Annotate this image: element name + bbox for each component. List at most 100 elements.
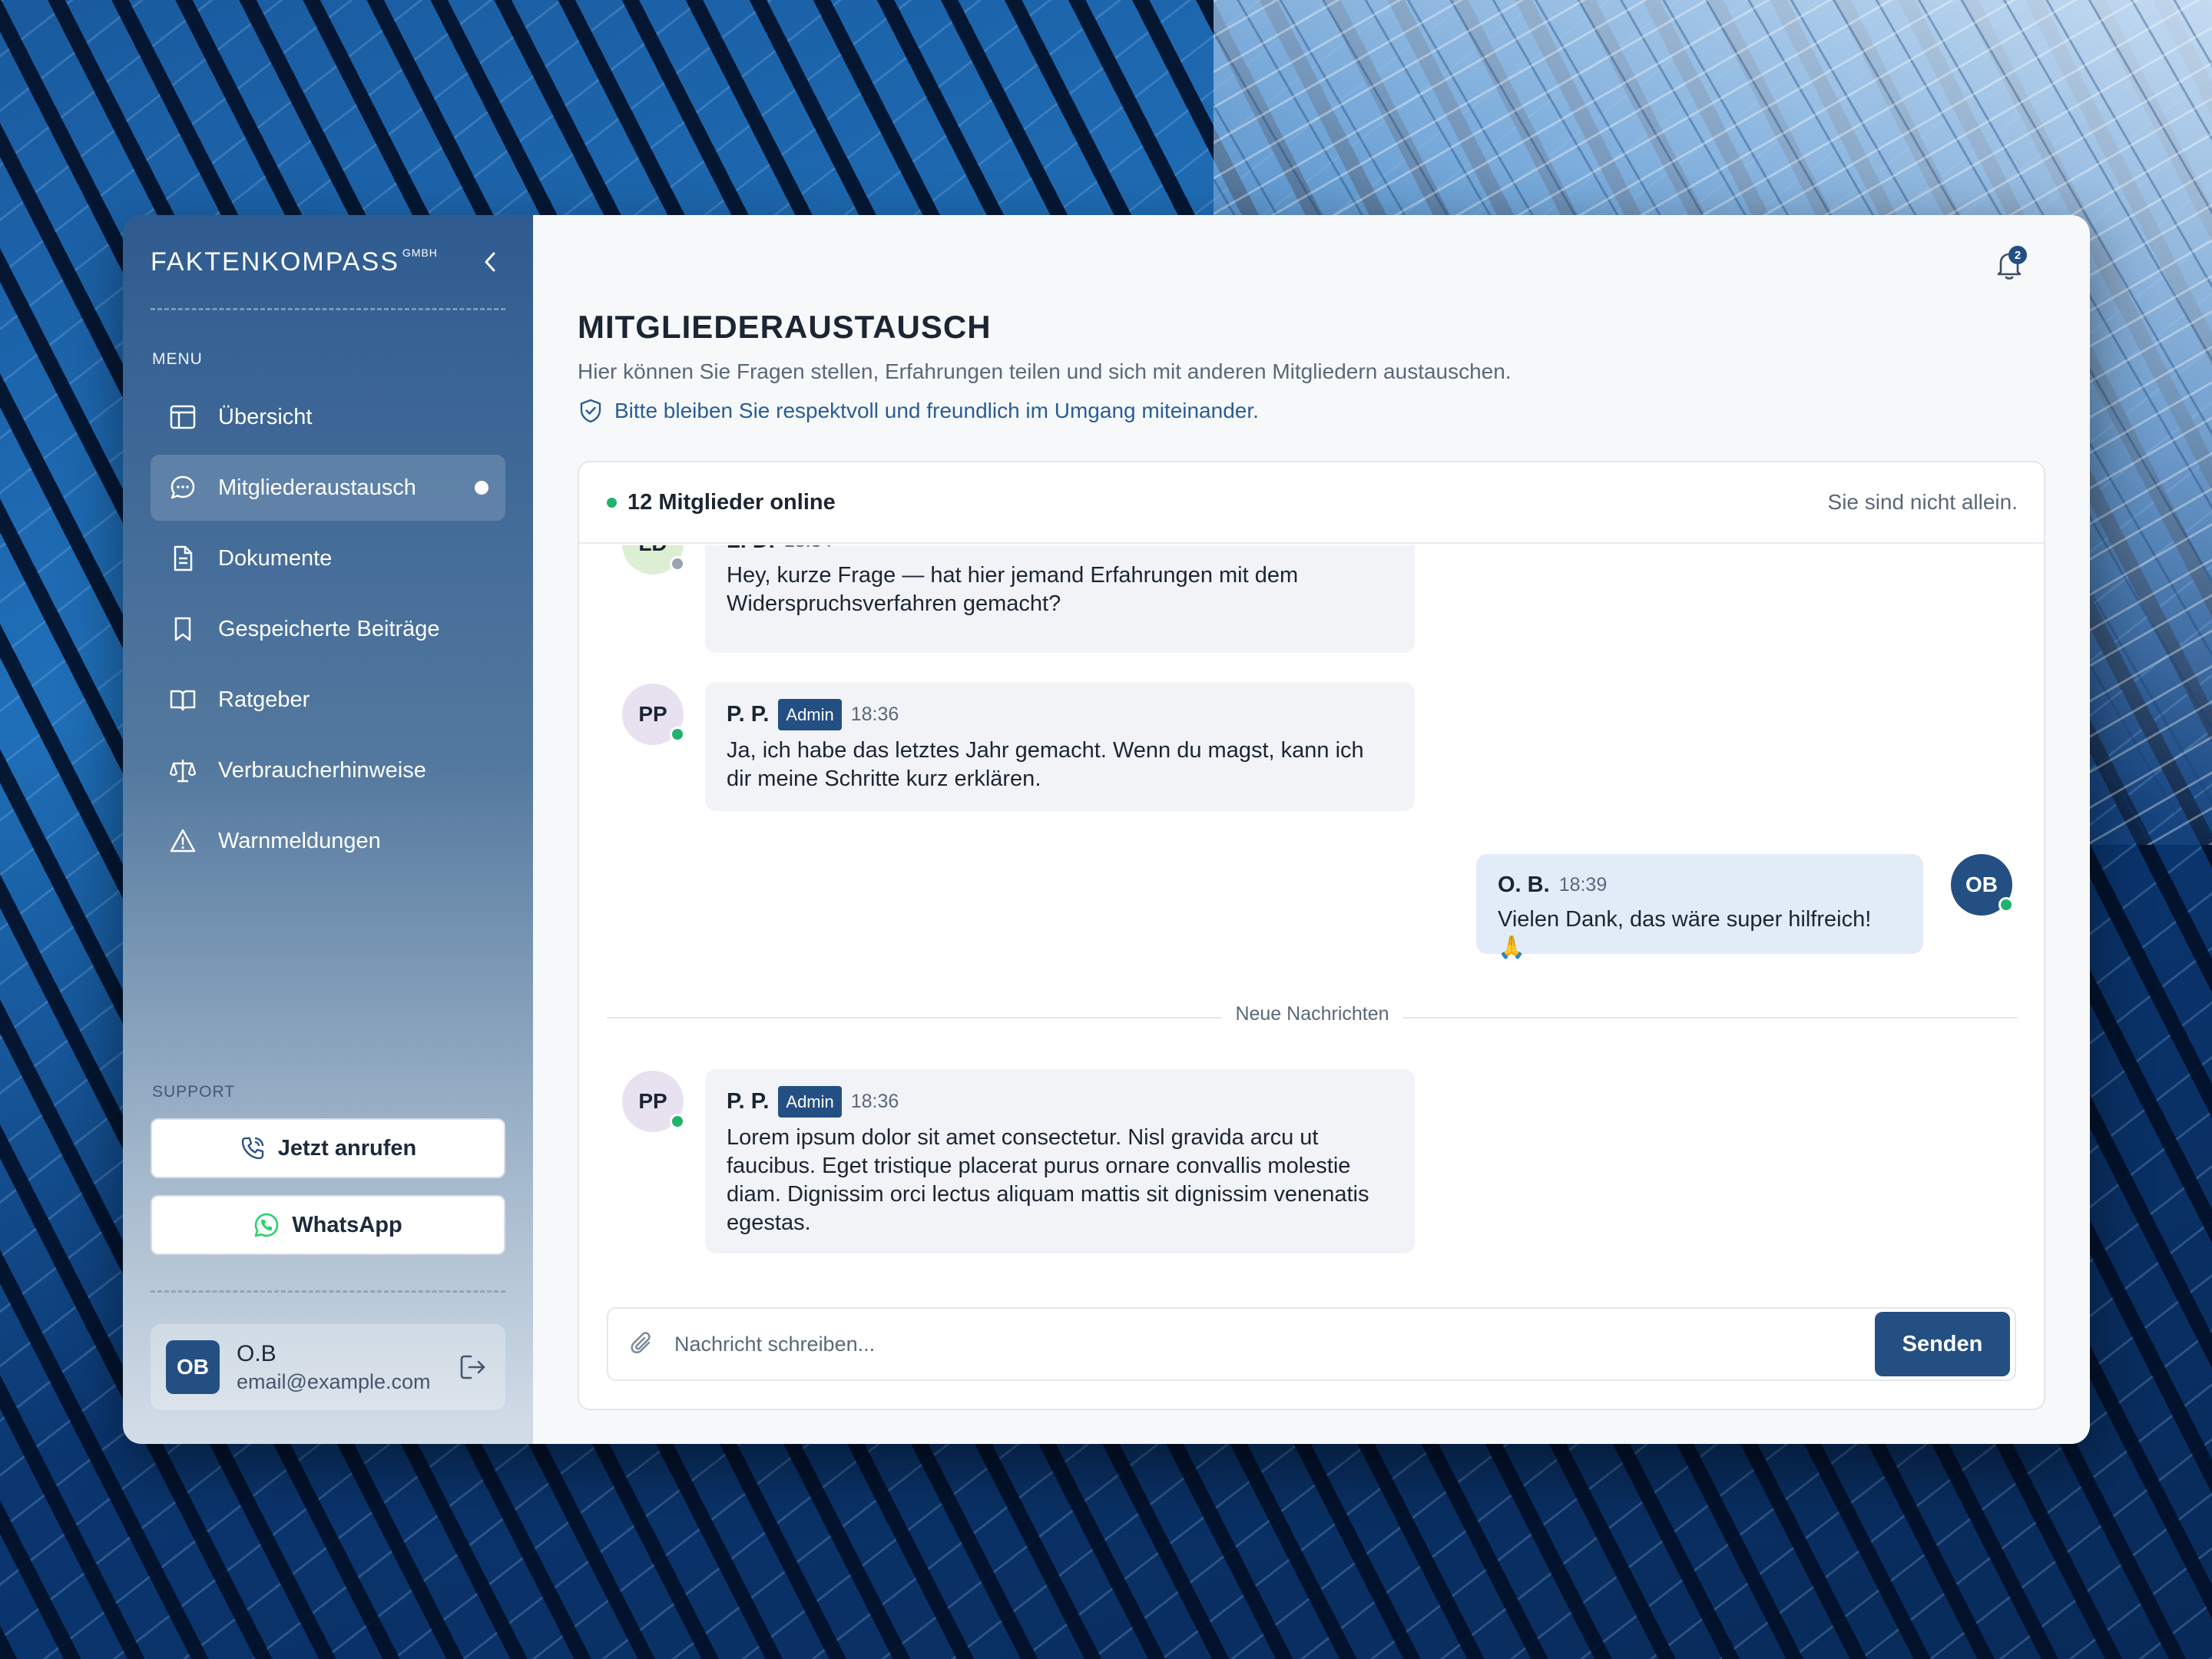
page-description: Hier können Sie Fragen stellen, Erfahrun…: [578, 359, 1512, 383]
sidebar-item-gespeicherte-beitraege[interactable]: Gespeicherte Beiträge: [151, 596, 505, 662]
message-meta: O. B. 18:39: [1498, 871, 1902, 899]
online-status-dot: [607, 497, 617, 508]
message-text: Hey, kurze Frage — hat hier jemand Erfah…: [727, 563, 1299, 616]
shield-check-icon: [580, 399, 601, 423]
message-time: 18:36: [850, 1091, 899, 1112]
message-author: P. P.: [727, 1089, 770, 1114]
message-time: 18:36: [850, 704, 899, 725]
warning-icon: [167, 826, 198, 856]
avatar: PP: [622, 1071, 685, 1132]
sidebar-item-dokumente[interactable]: Dokumente: [151, 525, 505, 591]
offline-status-dot: [670, 556, 685, 571]
sidebar-item-label: Mitgliederaustausch: [218, 475, 416, 500]
avatar-initials: PP: [638, 1089, 667, 1113]
message-text: Vielen Dank, das wäre super hilfreich! 🙏: [1498, 907, 1872, 960]
sidebar-item-uebersicht[interactable]: Übersicht: [151, 384, 505, 450]
sidebar-item-label: Dokumente: [218, 545, 333, 571]
app-window: FAKTENKOMPASS GMBH MENU Übersicht Mitglie…: [123, 215, 2090, 1444]
sidebar-item-warnmeldungen[interactable]: Warnmeldungen: [151, 808, 505, 874]
sidebar-item-verbraucherhinweise[interactable]: Verbraucherhinweise: [151, 737, 505, 803]
message-meta: L. D. 18:34: [727, 545, 1393, 555]
community-notice-text: Bitte bleiben Sie respektvoll und freund…: [614, 399, 1259, 422]
message-list[interactable]: LD L. D. 18:34 Hey, kurze Frage — hat hi…: [579, 545, 2044, 1313]
message-time: 18:34: [784, 545, 833, 555]
support-label: SUPPORT: [152, 1083, 236, 1101]
message-bubble: P. P. Admin 18:36 Lorem ipsum dolor sit …: [705, 1069, 1415, 1253]
active-indicator-dot: [475, 481, 488, 495]
document-icon: [167, 543, 198, 574]
brand-row: FAKTENKOMPASS GMBH: [151, 215, 505, 310]
whatsapp-button[interactable]: WhatsApp: [151, 1195, 505, 1255]
sidebar-item-label: Warnmeldungen: [218, 828, 381, 853]
notifications-button[interactable]: 2: [1990, 246, 2028, 284]
sidebar: FAKTENKOMPASS GMBH MENU Übersicht Mitglie…: [123, 215, 533, 1444]
bookmark-icon: [167, 614, 198, 644]
whatsapp-icon: [255, 1213, 279, 1237]
new-messages-label: Neue Nachrichten: [1221, 1003, 1403, 1025]
online-count: 12 Mitglieder online: [628, 489, 836, 515]
attach-button[interactable]: [627, 1329, 657, 1359]
sidebar-nav: Übersicht Mitgliederaustausch Dokumente: [151, 384, 505, 874]
send-button[interactable]: Senden: [1875, 1312, 2010, 1376]
paperclip-icon: [631, 1332, 651, 1354]
message-bubble: L. D. 18:34 Hey, kurze Frage — hat hier …: [705, 545, 1415, 653]
sidebar-item-mitgliederaustausch[interactable]: Mitgliederaustausch: [151, 455, 505, 521]
community-notice: Bitte bleiben Sie respektvoll und freund…: [578, 398, 2045, 424]
sidebar-divider: [151, 1290, 505, 1293]
collapse-sidebar-button[interactable]: [475, 247, 505, 277]
avatar-initials: LD: [638, 545, 667, 556]
brand-name: FAKTENKOMPASS: [151, 247, 399, 276]
online-status-dot: [1998, 897, 2014, 912]
avatar: PP: [622, 684, 685, 745]
avatar-initials: PP: [638, 702, 667, 726]
admin-badge: Admin: [778, 1086, 842, 1118]
avatar: OB: [1951, 854, 2014, 916]
main-content: 2 MITGLIEDERAUSTAUSCH Hier können Sie Fr…: [533, 215, 2090, 1444]
user-info: O.B email@example.com: [237, 1341, 456, 1394]
brand-suffix: GMBH: [402, 246, 438, 259]
book-icon: [167, 684, 198, 715]
user-profile-card[interactable]: OB O.B email@example.com: [151, 1324, 505, 1410]
message-composer: Senden: [607, 1307, 2016, 1381]
message-time: 18:39: [1558, 874, 1608, 896]
message-text: Lorem ipsum dolor sit amet consectetur. …: [727, 1125, 1369, 1235]
logout-button[interactable]: [456, 1350, 490, 1384]
brand-logo: FAKTENKOMPASS GMBH: [151, 247, 438, 277]
layout-icon: [167, 402, 198, 432]
chat-tagline: Sie sind nicht allein.: [1827, 490, 2018, 514]
notification-badge: 2: [2008, 246, 2027, 264]
avatar-initials: OB: [1965, 873, 1998, 896]
message-author: P. P.: [727, 702, 770, 727]
sidebar-item-ratgeber[interactable]: Ratgeber: [151, 667, 505, 733]
sidebar-item-label: Übersicht: [218, 404, 313, 429]
logout-icon: [460, 1355, 485, 1379]
message-meta: P. P. Admin 18:36: [727, 1086, 1393, 1118]
chat-header: 12 Mitglieder online Sie sind nicht alle…: [579, 462, 2044, 544]
chat-icon: [167, 472, 198, 503]
call-now-button[interactable]: Jetzt anrufen: [151, 1118, 505, 1178]
user-name: O.B: [237, 1340, 276, 1366]
scale-icon: [167, 755, 198, 786]
avatar: LD: [622, 545, 685, 575]
message-text: Ja, ich habe das letztes Jahr gemacht. W…: [727, 738, 1364, 791]
user-email: email@example.com: [237, 1369, 431, 1393]
chat-panel: 12 Mitglieder online Sie sind nicht alle…: [578, 461, 2045, 1410]
message-author: L. D.: [727, 545, 775, 555]
online-status-dot: [670, 727, 685, 742]
support-section: SUPPORT Jetzt anrufen WhatsApp: [151, 1083, 505, 1272]
sidebar-item-label: Ratgeber: [218, 687, 310, 712]
call-now-label: Jetzt anrufen: [277, 1135, 417, 1161]
admin-badge: Admin: [778, 699, 842, 730]
message-author: O. B.: [1498, 873, 1550, 897]
menu-label: MENU: [152, 350, 203, 368]
message-input[interactable]: [674, 1332, 1875, 1356]
whatsapp-label: WhatsApp: [292, 1212, 402, 1237]
new-messages-divider: Neue Nachrichten: [607, 1003, 2018, 1025]
sidebar-item-label: Verbraucherhinweise: [218, 757, 426, 783]
page-title: MITGLIEDERAUSTAUSCH: [578, 309, 992, 345]
chevron-left-icon: [485, 252, 495, 271]
user-avatar: OB: [166, 1340, 220, 1394]
online-status-dot: [670, 1114, 685, 1129]
phone-icon: [241, 1137, 263, 1160]
message-meta: P. P. Admin 18:36: [727, 699, 1393, 730]
